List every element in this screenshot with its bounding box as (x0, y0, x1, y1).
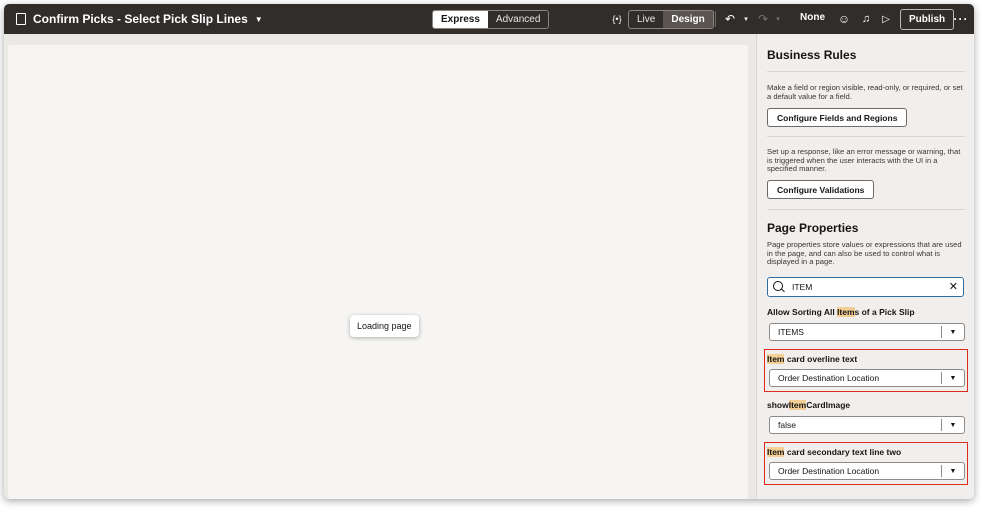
chevron-down-icon[interactable]: ▼ (941, 372, 964, 384)
undo-chevron-down-icon[interactable]: ▾ (742, 11, 750, 27)
publish-button[interactable]: Publish (900, 9, 955, 30)
mode-switch: Express Advanced (432, 10, 550, 29)
property-value-select[interactable]: Order Destination Location ▼ (769, 462, 965, 480)
tab-advanced[interactable]: Advanced (488, 11, 548, 28)
redo-chevron-down-icon: ▾ (776, 16, 780, 23)
loading-indicator: Loading page (350, 315, 419, 337)
chevron-down-icon[interactable]: ▼ (941, 326, 964, 338)
clear-search-icon[interactable]: ✕ (949, 280, 958, 293)
more-options-icon[interactable]: ··· (954, 11, 968, 27)
page-icon (16, 13, 26, 25)
undo-icon[interactable]: ↶ (724, 11, 736, 27)
page-properties-heading: Page Properties (767, 221, 859, 235)
fields-description: Make a field or region visible, read-onl… (767, 83, 963, 101)
bracket-variables-icon[interactable]: {•} (610, 11, 624, 27)
app-window: Confirm Picks - Select Pick Slip Lines ▼… (4, 4, 974, 499)
business-rules-heading: Business Rules (767, 48, 857, 62)
properties-panel: Business Rules Make a field or region vi… (756, 34, 974, 499)
tab-express[interactable]: Express (433, 11, 488, 28)
configure-fields-button[interactable]: Configure Fields and Regions (767, 108, 908, 127)
toolbar-divider (715, 11, 716, 27)
title-chevron-down-icon[interactable]: ▼ (255, 15, 263, 24)
redo-icon: ↷ (757, 12, 769, 26)
play-preview-icon[interactable]: ▷ (880, 11, 892, 27)
top-bar: Confirm Picks - Select Pick Slip Lines ▼… (4, 4, 974, 34)
property-label: Item card secondary text line two (767, 447, 902, 457)
search-value: ITEM (792, 282, 813, 292)
property-label: showItemCardImage (767, 400, 851, 410)
divider (767, 136, 965, 137)
validations-description: Set up a response, like an error message… (767, 147, 961, 174)
configure-validations-button[interactable]: Configure Validations (767, 180, 875, 199)
page-properties-description: Page properties store values or expressi… (767, 240, 962, 267)
chevron-down-icon[interactable]: ▼ (941, 465, 964, 477)
property-value-select[interactable]: false ▼ (769, 416, 965, 434)
divider (767, 209, 965, 210)
property-value-select[interactable]: Order Destination Location ▼ (769, 369, 965, 387)
tab-live[interactable]: Live (629, 11, 663, 28)
property-value-select[interactable]: ITEMS ▼ (769, 323, 965, 341)
page-title: Confirm Picks - Select Pick Slip Lines (33, 12, 248, 26)
chevron-down-icon[interactable]: ▼ (941, 419, 964, 431)
view-switch: Live Design (628, 10, 714, 29)
bell-icon[interactable]: ♫ (860, 11, 872, 27)
tab-design[interactable]: Design (663, 11, 713, 28)
property-search-input[interactable]: ITEM ✕ (767, 277, 964, 297)
page-title-group[interactable]: Confirm Picks - Select Pick Slip Lines ▼ (16, 12, 263, 26)
property-label: Item card overline text (767, 354, 858, 364)
design-canvas: Loading page (8, 45, 748, 499)
search-icon (773, 281, 783, 291)
property-label: Allow Sorting All Items of a Pick Slip (767, 307, 915, 317)
divider (767, 71, 965, 72)
history-none-label: None (800, 12, 825, 23)
smiley-icon[interactable]: ☺ (838, 11, 850, 27)
